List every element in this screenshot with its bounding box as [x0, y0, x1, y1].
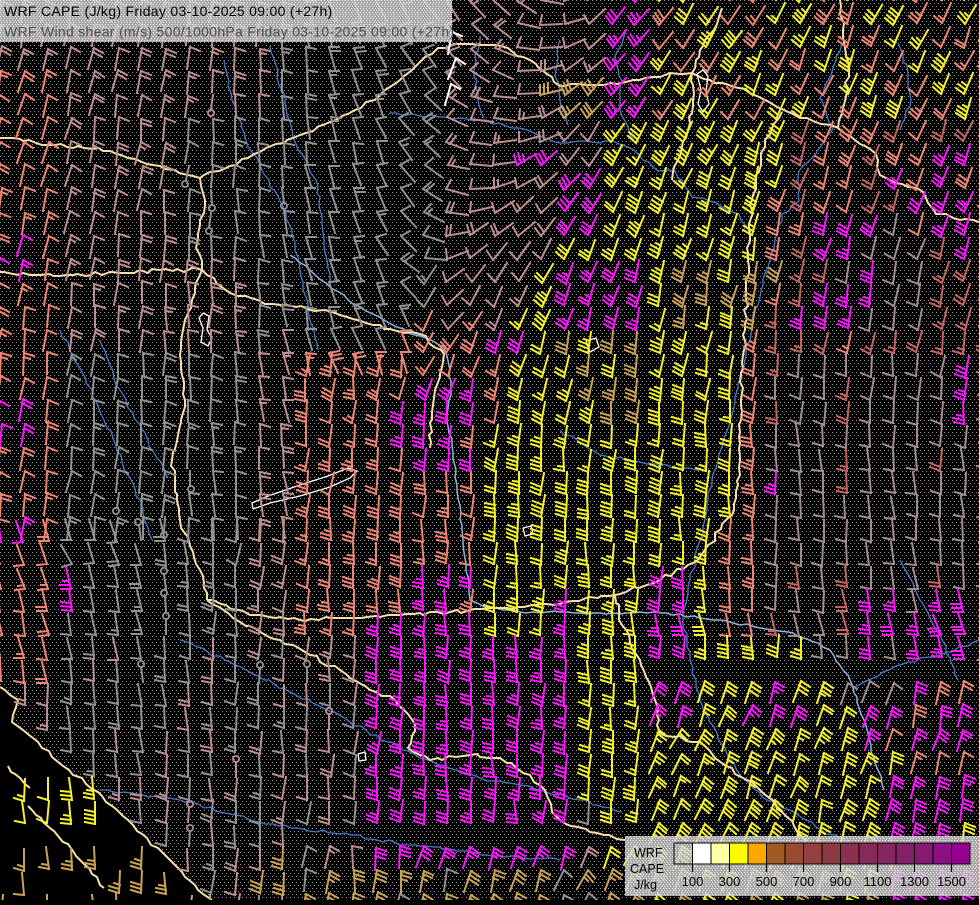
- svg-text:1300: 1300: [900, 874, 929, 889]
- svg-text:700: 700: [793, 874, 815, 889]
- svg-text:1500: 1500: [937, 874, 966, 889]
- svg-text:J/kg: J/kg: [634, 878, 657, 892]
- svg-text:CAPE: CAPE: [630, 862, 664, 876]
- svg-text:300: 300: [719, 874, 741, 889]
- svg-text:900: 900: [830, 874, 852, 889]
- svg-text:WRF: WRF: [634, 846, 663, 860]
- svg-text:WRF CAPE (J/kg) Friday 03-10-2: WRF CAPE (J/kg) Friday 03-10-2025 09:00 …: [4, 3, 333, 19]
- svg-text:100: 100: [682, 874, 704, 889]
- svg-text:1100: 1100: [864, 874, 892, 889]
- svg-text:WRF Wind shear (m/s) 500/1000h: WRF Wind shear (m/s) 500/1000hPa Friday …: [4, 24, 454, 40]
- svg-text:500: 500: [756, 874, 778, 889]
